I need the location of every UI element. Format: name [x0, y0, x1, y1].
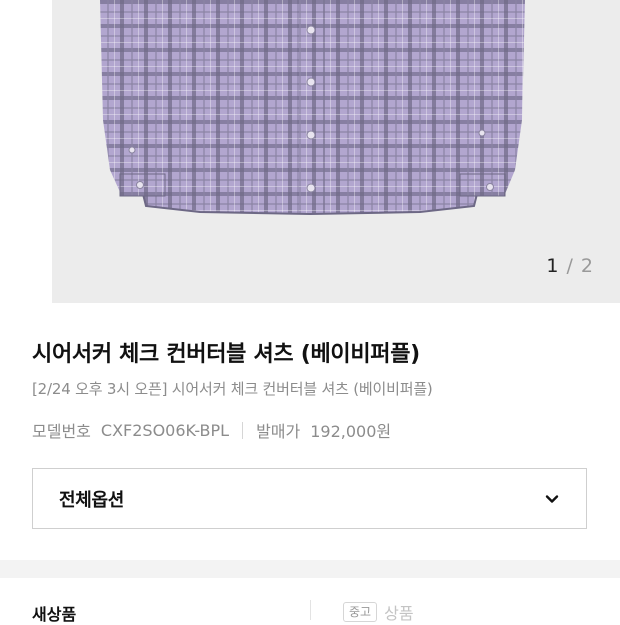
condition-divider: [310, 600, 311, 620]
section-divider-band: [0, 560, 620, 578]
product-image-gallery[interactable]: 1 / 2: [0, 0, 620, 303]
chevron-down-icon: [545, 494, 559, 503]
product-meta: 모델번호 CXF2SO06K-BPL 발매가 192,000원: [32, 418, 391, 442]
new-product-tab[interactable]: 새상품: [32, 601, 76, 625]
condition-tabs: 새상품 중고 상품: [0, 578, 620, 624]
product-title: 시어서커 체크 컨버터블 셔츠 (베이비퍼플): [32, 342, 420, 367]
used-tag-badge: 중고: [343, 602, 378, 622]
image-page-separator: /: [566, 255, 574, 277]
model-number-value: CXF2SO06K-BPL: [100, 420, 230, 440]
used-product-label: 상품: [384, 604, 414, 623]
option-select-dropdown[interactable]: 전체옵션: [32, 468, 587, 529]
image-page-indicator: 1 / 2: [546, 255, 594, 277]
release-price-value: 192,000원: [310, 422, 392, 441]
image-total-pages: 2: [580, 255, 594, 277]
product-subtitle: [2/24 오후 3시 오픈] 시어서커 체크 컨버터블 셔츠 (베이비퍼플): [32, 380, 433, 398]
product-image: [100, 0, 525, 216]
option-select-label: 전체옵션: [59, 489, 125, 511]
model-number-label: 모델번호: [32, 422, 91, 441]
meta-divider: [242, 421, 244, 439]
release-price-label: 발매가: [256, 422, 301, 441]
image-current-page: 1: [546, 255, 560, 277]
used-product-tab[interactable]: 중고 상품: [343, 600, 414, 624]
